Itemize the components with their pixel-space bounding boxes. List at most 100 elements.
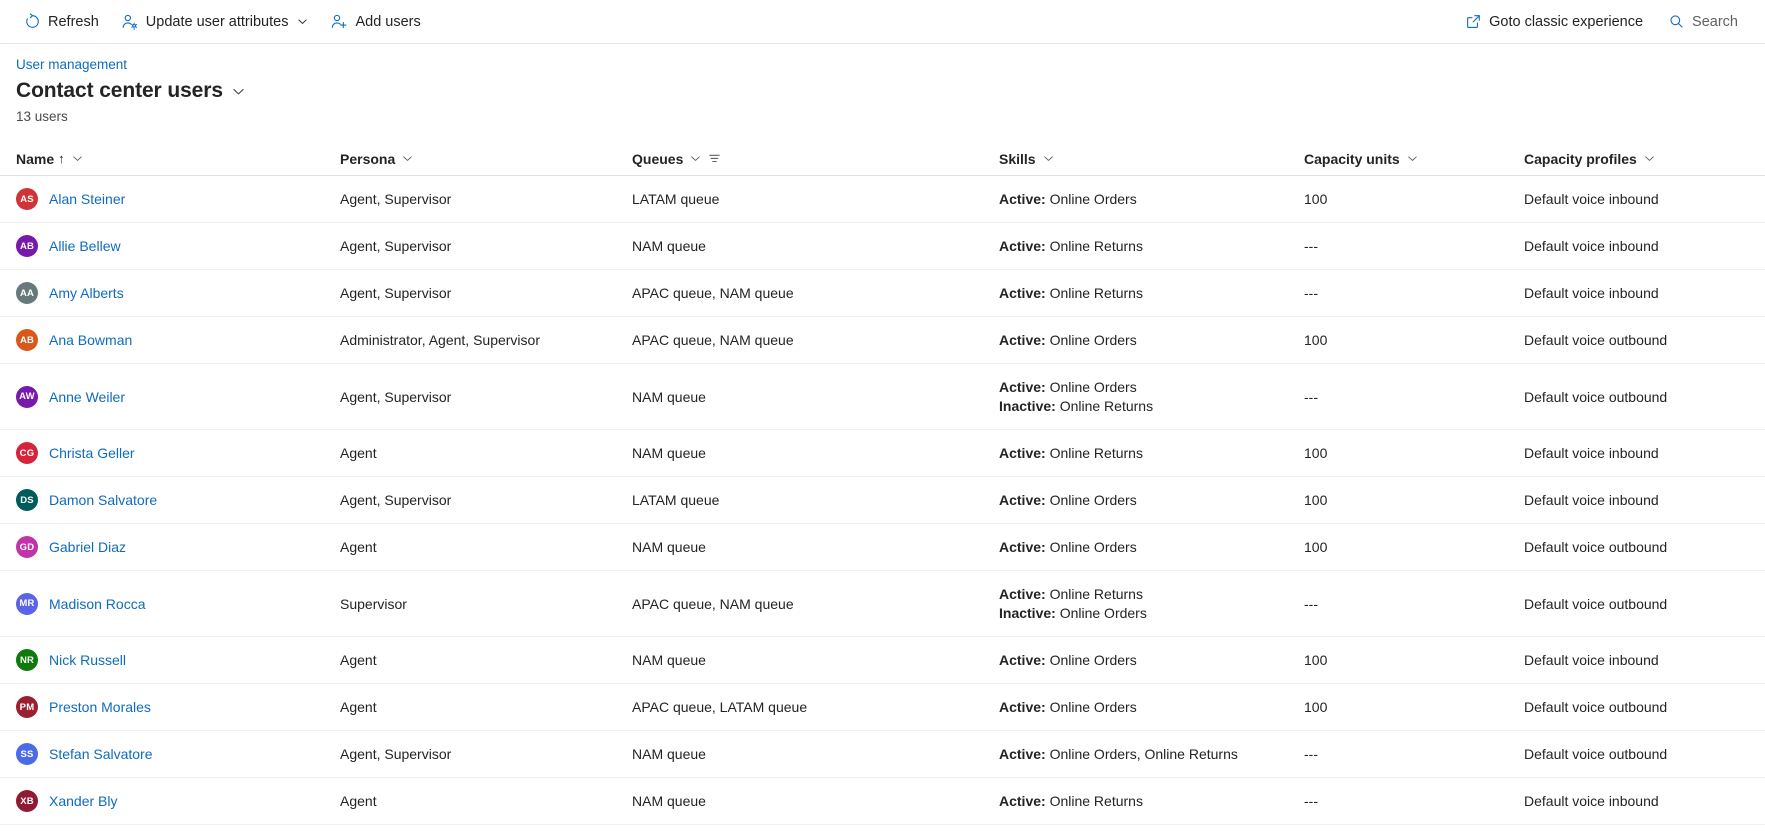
skill-entry: Active: Online Returns <box>999 238 1143 255</box>
cell-skills: Active: Online Returns <box>999 270 1304 316</box>
skill-value: Online Returns <box>1049 444 1143 461</box>
user-name-link[interactable]: Madison Rocca <box>49 596 146 612</box>
table-row[interactable]: PM Preston Morales Agent APAC queue, LATAM … <box>0 684 1765 731</box>
user-settings-icon <box>121 13 139 31</box>
sort-ascending-icon: ↑ <box>58 151 65 166</box>
column-header-skills[interactable]: Skills <box>999 151 1304 167</box>
avatar: AA <box>16 282 38 304</box>
cell-skills: Active: Online Orders <box>999 524 1304 570</box>
cell-persona: Supervisor <box>340 595 407 612</box>
user-name-link[interactable]: Anne Weiler <box>49 389 125 405</box>
chevron-down-icon[interactable] <box>232 85 245 98</box>
skill-state-label: Active: <box>999 284 1046 301</box>
column-header-persona[interactable]: Persona <box>340 151 632 167</box>
chevron-down-icon[interactable] <box>1644 153 1655 164</box>
cell-queues: NAM queue <box>632 539 706 555</box>
skill-entry: Active: Online Orders, Online Returns <box>999 746 1238 763</box>
chevron-down-icon[interactable] <box>297 16 308 27</box>
skill-entry: Active: Online Orders <box>999 539 1137 556</box>
user-name-link[interactable]: Damon Salvatore <box>49 492 157 508</box>
table-row[interactable]: AB Allie Bellew Agent, Supervisor NAM queue… <box>0 223 1765 270</box>
chevron-down-icon[interactable] <box>1043 153 1054 164</box>
cell-capacity-profile: Default voice outbound <box>1524 388 1668 405</box>
user-identity: AW Anne Weiler <box>16 385 125 408</box>
chevron-down-icon[interactable] <box>72 153 83 164</box>
filter-icon[interactable] <box>708 152 721 165</box>
user-name-link[interactable]: Allie Bellew <box>49 238 121 254</box>
cell-name: GD Gabriel Diaz <box>16 524 340 570</box>
cell-queues: NAM queue <box>632 238 706 254</box>
update-user-attributes-button[interactable]: Update user attributes <box>112 6 318 38</box>
avatar: AB <box>16 329 38 351</box>
search-button[interactable]: Search <box>1658 6 1747 38</box>
user-name-link[interactable]: Preston Morales <box>49 699 151 715</box>
cell-capacity-units: 100 <box>1304 191 1328 207</box>
cell-queues: APAC queue, NAM queue <box>632 285 794 301</box>
column-header-capacity-profiles[interactable]: Capacity profiles <box>1524 151 1754 167</box>
user-identity: SS Stefan Salvatore <box>16 743 153 765</box>
chevron-down-icon[interactable] <box>1407 153 1418 164</box>
cell-capacity-units: 100 <box>1304 445 1328 461</box>
cell-name: AW Anne Weiler <box>16 364 340 429</box>
user-name-link[interactable]: Amy Alberts <box>49 285 124 301</box>
table-row[interactable]: AS Alan Steiner Agent, Supervisor LATAM que… <box>0 176 1765 223</box>
search-icon <box>1667 13 1685 31</box>
user-name-link[interactable]: Gabriel Diaz <box>49 539 126 555</box>
cell-queues: NAM queue <box>632 388 706 405</box>
skill-value: Online Orders <box>1049 378 1137 395</box>
cell-capacity-profile: Default voice inbound <box>1524 191 1659 207</box>
skill-value: Online Returns <box>1059 397 1154 414</box>
column-header-capacity-units[interactable]: Capacity units <box>1304 151 1524 167</box>
cell-capacity-units: 100 <box>1304 539 1328 555</box>
cell-capacity-units: --- <box>1304 595 1318 612</box>
cell-capacity-profile: Default voice inbound <box>1524 652 1659 668</box>
cell-capacity-profile: Default voice outbound <box>1524 332 1668 348</box>
user-name-link[interactable]: Christa Geller <box>49 445 135 461</box>
cell-skills: Active: Online Orders, Online Returns <box>999 731 1304 777</box>
cell-name: AS Alan Steiner <box>16 176 340 222</box>
user-name-link[interactable]: Xander Bly <box>49 793 117 809</box>
table-row[interactable]: MR Madison Rocca Supervisor APAC queue, NAM… <box>0 571 1765 637</box>
user-name-link[interactable]: Ana Bowman <box>49 332 132 348</box>
skill-value: Online Orders, Online Returns <box>1049 745 1238 762</box>
table-row[interactable]: AB Ana Bowman Administrator, Agent, Superv… <box>0 317 1765 364</box>
table-row[interactable]: DS Damon Salvatore Agent, Supervisor LATAM … <box>0 477 1765 524</box>
skills-list: Active: Online Returns <box>999 238 1143 255</box>
chevron-down-icon[interactable] <box>690 153 701 164</box>
table-row[interactable]: GD Gabriel Diaz Agent NAM queue Active: Onli… <box>0 524 1765 571</box>
cell-capacity-profile: Default voice inbound <box>1524 238 1659 254</box>
column-header-name[interactable]: Name ↑ <box>16 151 340 167</box>
user-name-link[interactable]: Alan Steiner <box>49 191 125 207</box>
column-header-queues[interactable]: Queues <box>632 151 999 167</box>
skill-state-label: Active: <box>999 378 1046 395</box>
column-header-label: Persona <box>340 150 396 167</box>
cell-capacity-profile: Default voice inbound <box>1524 445 1659 461</box>
user-name-link[interactable]: Stefan Salvatore <box>49 746 153 762</box>
table-row[interactable]: SS Stefan Salvatore Agent, Supervisor NAM q… <box>0 731 1765 778</box>
table-row[interactable]: NR Nick Russell Agent NAM queue Active: Onli… <box>0 637 1765 684</box>
add-users-button[interactable]: Add users <box>321 6 429 38</box>
column-header-label: Capacity units <box>1304 150 1400 167</box>
chevron-down-icon[interactable] <box>402 153 413 164</box>
skill-value: Online Orders <box>1049 190 1137 207</box>
skill-entry: Active: Online Returns <box>999 793 1143 810</box>
column-header-label: Capacity profiles <box>1524 150 1637 167</box>
command-bar: Refresh Update user attributes Add users… <box>0 0 1765 44</box>
skill-value: Online Returns <box>1049 792 1143 809</box>
table-row[interactable]: XB Xander Bly Agent NAM queue Active: Online… <box>0 778 1765 825</box>
cell-queues: APAC queue, NAM queue <box>632 595 794 612</box>
refresh-button[interactable]: Refresh <box>14 6 108 38</box>
goto-classic-experience-button[interactable]: Goto classic experience <box>1455 6 1652 38</box>
skills-list: Active: Online Orders, Online Returns <box>999 746 1238 763</box>
cell-queues: NAM queue <box>632 746 706 762</box>
refresh-button-label: Refresh <box>48 13 99 30</box>
cell-capacity-profile: Default voice inbound <box>1524 492 1659 508</box>
skills-list: Active: Online Orders <box>999 191 1137 208</box>
table-row[interactable]: AW Anne Weiler Agent, Supervisor NAM queue A… <box>0 364 1765 430</box>
user-name-link[interactable]: Nick Russell <box>49 652 126 668</box>
table-row[interactable]: AA Amy Alberts Agent, Supervisor APAC queue… <box>0 270 1765 317</box>
open-external-icon <box>1464 13 1482 31</box>
breadcrumb[interactable]: User management <box>16 57 127 72</box>
user-identity: PM Preston Morales <box>16 696 151 718</box>
table-row[interactable]: CG Christa Geller Agent NAM queue Active: On… <box>0 430 1765 477</box>
